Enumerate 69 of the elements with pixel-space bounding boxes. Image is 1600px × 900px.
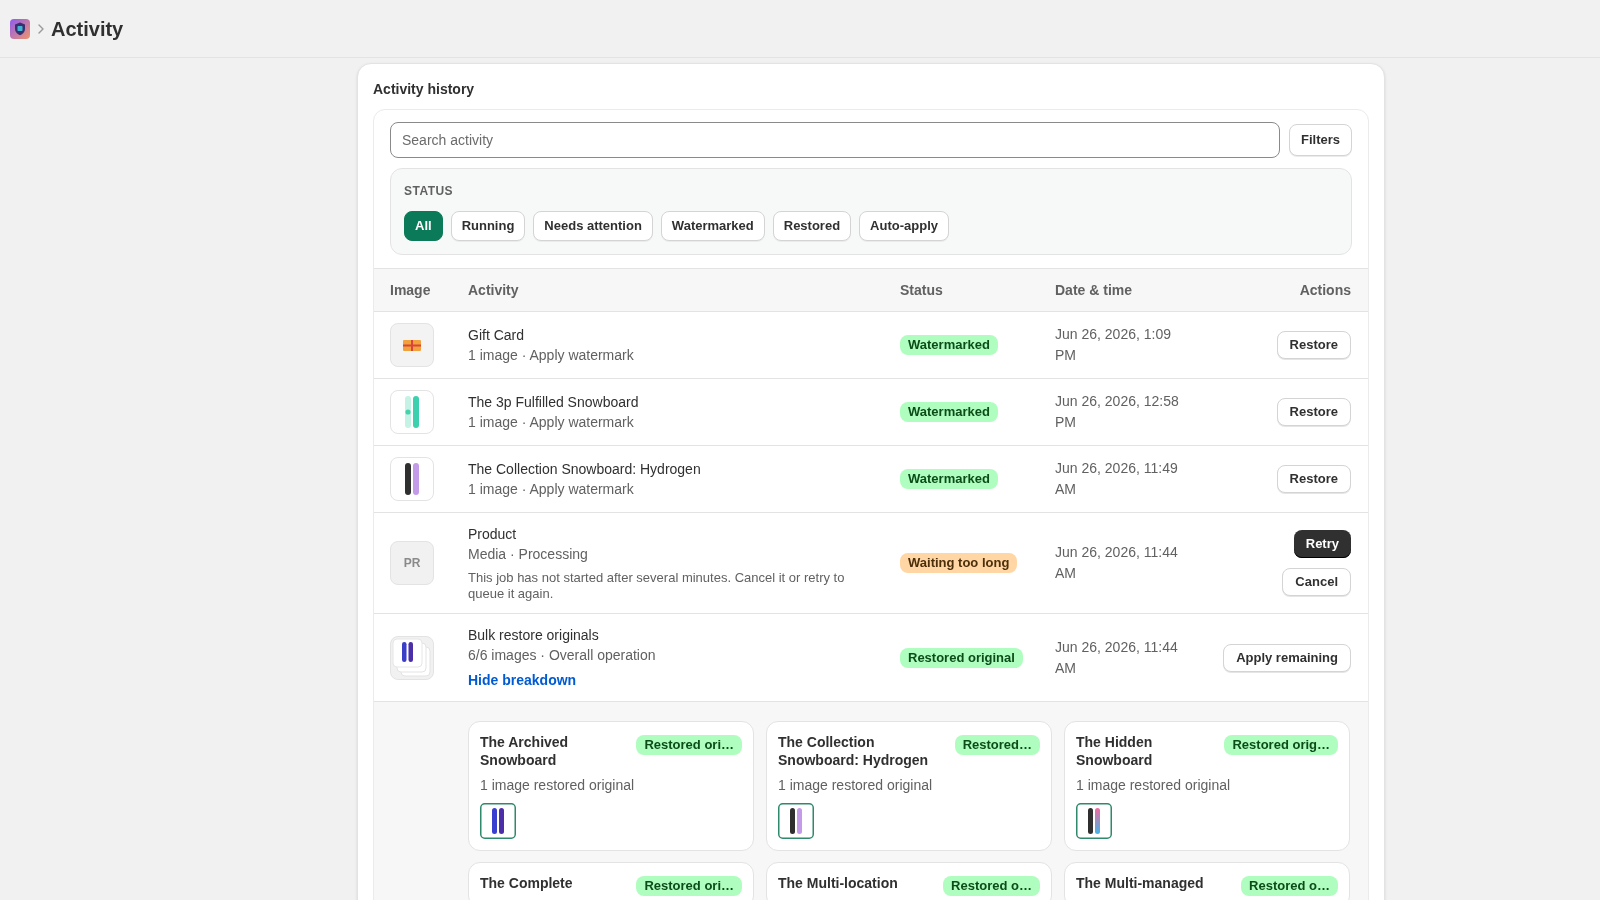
status-badge: Restored orig… — [1224, 735, 1338, 755]
action-button[interactable]: Restore — [1276, 398, 1351, 426]
column-header: Image — [390, 280, 432, 300]
breakdown-item-details: 1 image restored original — [480, 776, 636, 795]
action-button[interactable]: Apply remaining — [1223, 643, 1351, 672]
date-time: Jun 26, 2026, 11:44 AM — [1055, 543, 1179, 583]
breakdown-toggle-link[interactable]: Hide breakdown — [468, 670, 577, 690]
date-time: Jun 26, 2026, 12:58 PM — [1055, 392, 1180, 432]
column-header: Actions — [1299, 280, 1351, 300]
filter-group-label: STATUS — [404, 183, 455, 199]
column-header: Activity — [468, 280, 520, 300]
breakdown-item-title: The Hidden Snowboard — [1076, 733, 1154, 769]
initials-avatar: PR — [390, 541, 434, 585]
status-badge: Restored o… — [1241, 876, 1338, 896]
shield-logo-icon — [10, 18, 30, 39]
status-badge: Restored ori… — [636, 876, 742, 896]
activity-details: 6/6 images · Overall operation — [468, 646, 656, 665]
status-badge: Waiting too long — [900, 553, 1018, 573]
action-button[interactable]: Cancel — [1282, 568, 1351, 596]
date-time: Jun 26, 2026, 11:44 AM — [1055, 637, 1179, 678]
filters-button[interactable]: Filters — [1289, 124, 1352, 156]
stacked-images-thumbnail — [390, 635, 434, 680]
column-header: Date & time — [1055, 280, 1134, 300]
snowboards-thumbnail — [390, 457, 434, 501]
column-header: Status — [900, 280, 944, 300]
status-badge: Restored o… — [943, 876, 1040, 896]
snowboards-thumbnail — [778, 803, 814, 839]
activity-details: Media · Processing — [468, 545, 588, 564]
activity-note: This job has not started after several minutes. Cancel it or retry to queue it again. — [468, 570, 846, 602]
breakdown-item-title: The Collection Snowboard: Hydrogen — [778, 733, 930, 769]
search-field[interactable]: Search activity — [390, 122, 1280, 158]
action-button[interactable]: Restore — [1276, 465, 1351, 493]
status-badge: Restored ori… — [636, 735, 742, 755]
status-badge: Restored original — [900, 647, 1023, 668]
breakdown-item-title: The Complete — [480, 874, 574, 892]
filter-chip[interactable]: Needs attention — [533, 211, 653, 241]
breakdown-item-title: The Multi-managed — [1076, 874, 1205, 892]
snowboards-thumbnail — [1076, 803, 1112, 839]
activity-title: Gift Card — [468, 326, 524, 345]
snowboards-thumbnail — [390, 390, 434, 434]
snowboards-thumbnail — [480, 803, 516, 839]
status-badge: Watermarked — [900, 335, 998, 355]
filter-chip[interactable]: All — [404, 211, 443, 241]
date-time: Jun 26, 2026, 1:09 PM — [1055, 325, 1172, 365]
activity-title: Product — [468, 525, 517, 544]
date-time: Jun 26, 2026, 11:49 AM — [1055, 459, 1179, 499]
primary-action-button[interactable]: Retry — [1293, 530, 1351, 558]
breakdown-item-details: 1 image restored original — [778, 776, 934, 795]
page-title: Activity — [51, 16, 124, 42]
breakdown-item-details: 1 image restored original — [1076, 776, 1232, 795]
gift-box-thumbnail — [390, 323, 434, 367]
status-badge: Restored… — [954, 735, 1040, 755]
activity-title: The 3p Fulfilled Snowboard — [468, 393, 639, 412]
card-title: Activity history — [373, 80, 476, 99]
status-badge: Watermarked — [900, 469, 998, 489]
activity-details: 1 image · Apply watermark — [468, 480, 634, 499]
filter-chip[interactable]: Restored — [772, 211, 852, 241]
activity-details: 1 image · Apply watermark — [468, 346, 634, 365]
chevron-right-icon — [38, 23, 44, 34]
activity-details: 1 image · Apply watermark — [468, 413, 634, 432]
breakdown-item-title: The Multi-location — [778, 874, 899, 892]
breakdown-item-title: The Archived Snowboard — [480, 733, 570, 769]
filter-chip[interactable]: Auto-apply — [859, 211, 949, 241]
status-badge: Watermarked — [900, 402, 998, 422]
filter-chip[interactable]: Running — [450, 211, 526, 241]
activity-title: The Collection Snowboard: Hydrogen — [468, 460, 701, 479]
activity-title: Bulk restore originals — [468, 626, 599, 645]
filter-chip[interactable]: Watermarked — [660, 211, 765, 241]
action-button[interactable]: Restore — [1276, 331, 1351, 359]
